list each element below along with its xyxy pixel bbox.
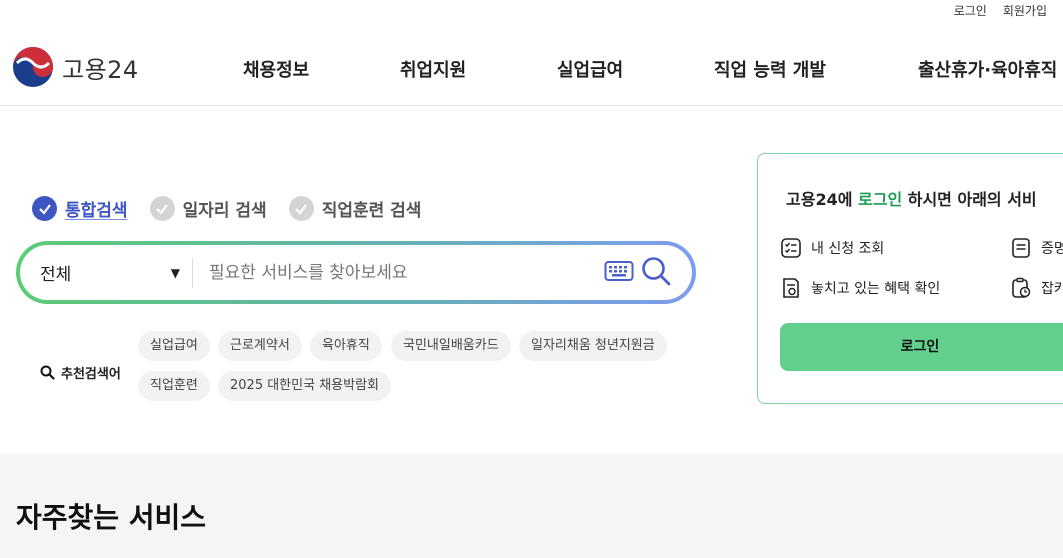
logo[interactable]: 고용24 <box>12 46 139 88</box>
item-label: 잡카 <box>1041 281 1063 297</box>
keyboard-icon[interactable] <box>604 259 634 283</box>
search-box: 전체 ▼ <box>16 241 696 304</box>
check-icon <box>288 196 314 221</box>
tab-label: 직업훈련 검색 <box>321 201 422 221</box>
missed-benefits-link[interactable]: 놓치고 있는 혜택 확인 <box>780 277 940 299</box>
search-inner: 전체 ▼ <box>20 245 692 300</box>
login-card: 고용24에 로그인 하시면 아래의 서비 내 신청 조회 증명 놓치고 있는 혜… <box>757 153 1063 404</box>
benefit-document-icon <box>783 278 799 298</box>
caret-down-icon: ▼ <box>170 265 180 280</box>
clipboard-clock-icon <box>1012 277 1031 298</box>
check-icon <box>149 196 175 221</box>
frequent-services-title: 자주찾는 서비스 <box>16 501 207 534</box>
tab-training-search[interactable]: 직업훈련 검색 <box>288 196 422 221</box>
keyword-chip[interactable]: 육아휴직 <box>310 331 382 361</box>
tab-integrated-search[interactable]: 통합검색 <box>32 196 128 221</box>
signup-link[interactable]: 회원가입 <box>1003 2 1047 19</box>
search-tabs: 통합검색 일자리 검색 직업훈련 검색 <box>32 196 421 221</box>
header: 고용24 채용정보 취업지원 실업급여 직업 능력 개발 출산휴가·육아휴직 <box>0 20 1063 106</box>
check-icon <box>32 196 57 221</box>
nav-vocational-training[interactable]: 직업 능력 개발 <box>714 56 826 82</box>
my-applications-link[interactable]: 내 신청 조회 <box>780 237 884 259</box>
keyword-chip[interactable]: 직업훈련 <box>138 371 210 401</box>
nav-job-info[interactable]: 채용정보 <box>243 56 309 82</box>
item-label: 놓치고 있는 혜택 확인 <box>811 281 941 297</box>
nav-unemployment-benefit[interactable]: 실업급여 <box>557 56 623 82</box>
document-icon <box>1012 238 1030 258</box>
divider <box>192 257 193 288</box>
search-icon <box>40 365 55 380</box>
login-link[interactable]: 로그인 <box>954 2 987 19</box>
taegeuk-logo-icon <box>13 47 53 87</box>
item-label: 증명 <box>1041 241 1063 257</box>
item-label: 내 신청 조회 <box>811 241 885 257</box>
keyword-chip[interactable]: 2025 대한민국 채용박람회 <box>218 371 391 401</box>
recommended-keywords-label: 추천검색어 <box>40 363 121 382</box>
recommended-label-text: 추천검색어 <box>61 367 121 382</box>
main-nav: 채용정보 취업지원 실업급여 직업 능력 개발 출산휴가·육아휴직 <box>243 56 1057 82</box>
keyword-chip[interactable]: 실업급여 <box>138 331 210 361</box>
nav-maternity-parental-leave[interactable]: 출산휴가·육아휴직 <box>918 56 1057 82</box>
keyword-chip[interactable]: 국민내일배움카드 <box>391 331 511 361</box>
scope-value: 전체 <box>40 265 72 285</box>
keyword-chip[interactable]: 일자리채움 청년지원금 <box>519 331 667 361</box>
keyword-chip[interactable]: 근로계약서 <box>218 331 302 361</box>
nav-employment-support[interactable]: 취업지원 <box>400 56 466 82</box>
login-button[interactable]: 로그인 <box>780 323 1063 371</box>
job-card-link[interactable]: 잡카 <box>1010 277 1063 299</box>
logo-text: 고용24 <box>62 55 139 84</box>
tab-label: 통합검색 <box>65 201 128 221</box>
frequent-services-section: 자주찾는 서비스 <box>0 454 1063 558</box>
tab-job-search[interactable]: 일자리 검색 <box>149 196 267 221</box>
tab-label: 일자리 검색 <box>182 201 267 221</box>
search-icon[interactable] <box>640 255 672 287</box>
search-input[interactable] <box>209 262 609 283</box>
utility-bar: 로그인 회원가입 <box>954 0 1047 20</box>
search-scope-select[interactable]: 전체 ▼ <box>40 260 180 285</box>
certificate-link[interactable]: 증명 <box>1010 237 1063 259</box>
login-card-title: 고용24에 로그인 하시면 아래의 서비 <box>786 190 1037 209</box>
checklist-icon <box>781 238 801 258</box>
